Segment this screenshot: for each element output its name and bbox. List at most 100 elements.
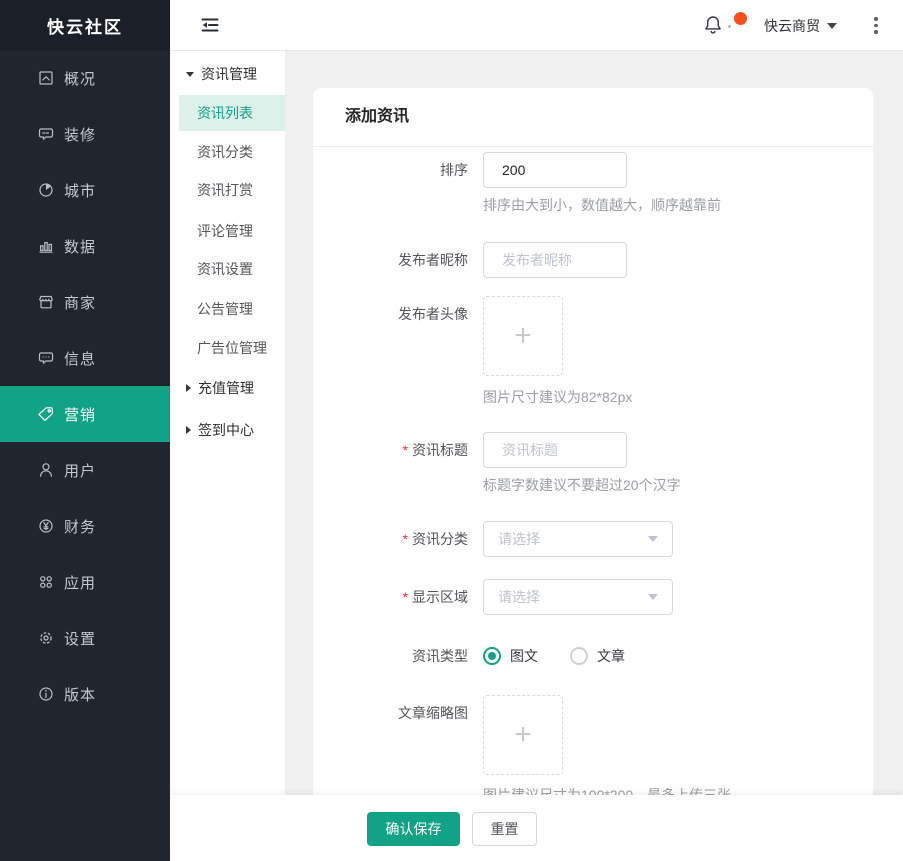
- card-divider: [313, 146, 873, 147]
- save-button[interactable]: 确认保存: [367, 812, 460, 846]
- chevron-down-icon: [827, 22, 837, 29]
- sidebar-item-marketing[interactable]: 营销: [0, 386, 170, 442]
- news-title-label: * 资讯标题: [313, 432, 468, 468]
- submenu-item-news-reward[interactable]: 资讯打赏: [197, 172, 253, 208]
- radio-article[interactable]: 文章: [570, 646, 625, 666]
- sidebar-item-data[interactable]: 数据: [0, 218, 170, 274]
- secondary-sidebar: 资讯管理 资讯列表 资讯分类 资讯打赏 评论管理 资讯设置 公告管理 广告位管理…: [170, 51, 285, 795]
- sidebar-item-label: 营销: [64, 406, 97, 424]
- select-caret-icon: [648, 594, 658, 600]
- sidebar-item-apps[interactable]: 应用: [0, 554, 170, 610]
- app-logo: 快云社区: [0, 0, 170, 51]
- sidebar-item-version[interactable]: 版本: [0, 666, 170, 722]
- submenu-item-ad-slot-management[interactable]: 广告位管理: [197, 330, 267, 366]
- submenu-group-label: 资讯管理: [201, 66, 257, 82]
- sidebar-item-decoration[interactable]: 装修: [0, 106, 170, 162]
- decoration-icon: [37, 125, 55, 143]
- sidebar-item-settings[interactable]: 设置: [0, 610, 170, 666]
- topbar: 快云商贸: [170, 0, 903, 51]
- sidebar-item-user[interactable]: 用户: [0, 442, 170, 498]
- sidebar-item-label: 应用: [64, 574, 97, 592]
- reset-button[interactable]: 重置: [472, 812, 537, 846]
- sidebar-item-label: 设置: [64, 630, 97, 648]
- submenu-group-label: 充值管理: [198, 380, 254, 396]
- required-asterisk: *: [402, 531, 408, 547]
- sidebar-item-city[interactable]: 城市: [0, 162, 170, 218]
- category-select-placeholder: 请选择: [498, 531, 540, 547]
- region-select[interactable]: 请选择: [483, 579, 673, 615]
- form-footer: 确认保存 重置: [170, 795, 903, 861]
- add-news-card: 添加资讯 排序 排序由大到小，数值越大，顺序越靠前 发布者昵称 发布者头像 + …: [313, 88, 873, 795]
- notifications-bell-icon[interactable]: [701, 13, 725, 37]
- sidebar-item-label: 信息: [64, 350, 97, 368]
- submenu-item-news-list[interactable]: 资讯列表: [179, 95, 285, 131]
- sidebar-item-overview[interactable]: 概况: [0, 50, 170, 106]
- sidebar-item-label: 版本: [64, 686, 97, 704]
- submenu-item-announcement-management[interactable]: 公告管理: [197, 291, 253, 327]
- nickname-input[interactable]: [483, 242, 627, 278]
- sort-input[interactable]: [483, 152, 627, 188]
- avatar-upload-box[interactable]: +: [483, 296, 563, 376]
- region-label-text: 显示区域: [412, 589, 468, 605]
- version-icon: [37, 685, 55, 703]
- sidebar-item-label: 概况: [64, 70, 97, 88]
- submenu-group-news-management[interactable]: 资讯管理: [186, 56, 257, 92]
- submenu-group-checkin-center[interactable]: 签到中心: [186, 412, 254, 448]
- region-label: * 显示区域: [313, 579, 468, 615]
- thumbnail-upload-box[interactable]: +: [483, 695, 563, 775]
- main-nav: 概况 装修 城市 数据 商家 信息 营销 用户 财务 应用 设置 版本: [0, 50, 170, 722]
- submenu-item-comment-management[interactable]: 评论管理: [197, 213, 253, 249]
- required-asterisk: *: [402, 442, 408, 458]
- overview-icon: [37, 69, 55, 87]
- finance-icon: [37, 517, 55, 535]
- settings-icon: [37, 629, 55, 647]
- triangle-right-icon: [186, 426, 191, 434]
- thumbnail-label: 文章缩略图: [398, 705, 468, 721]
- triangle-down-icon: [186, 71, 194, 77]
- radio-circle-icon: [483, 647, 501, 665]
- submenu-item-news-settings[interactable]: 资讯设置: [197, 251, 253, 287]
- category-select[interactable]: 请选择: [483, 521, 673, 557]
- plus-icon: +: [514, 319, 532, 352]
- sidebar-item-finance[interactable]: 财务: [0, 498, 170, 554]
- sort-hint: 排序由大到小，数值越大，顺序越靠前: [483, 197, 721, 213]
- merchant-icon: [37, 293, 55, 311]
- data-icon: [37, 237, 55, 255]
- category-label: * 资讯分类: [313, 521, 468, 557]
- city-icon: [37, 181, 55, 199]
- separator-dot: [728, 25, 731, 28]
- radio-label: 文章: [597, 648, 625, 664]
- thumbnail-hint: 图片建议尺寸为100*200，最多上传三张: [483, 787, 732, 795]
- news-title-input[interactable]: [483, 432, 627, 468]
- sidebar-item-label: 城市: [64, 182, 97, 200]
- message-icon: [37, 349, 55, 367]
- sidebar-item-label: 装修: [64, 126, 97, 144]
- category-label-text: 资讯分类: [412, 531, 468, 547]
- sidebar-item-label: 用户: [64, 462, 97, 480]
- apps-icon: [37, 573, 55, 591]
- triangle-right-icon: [186, 384, 191, 392]
- sidebar-item-message[interactable]: 信息: [0, 330, 170, 386]
- radio-label: 图文: [510, 648, 538, 664]
- submenu-group-recharge-management[interactable]: 充值管理: [186, 370, 254, 406]
- merchant-dropdown[interactable]: 快云商贸: [764, 0, 837, 51]
- avatar-hint: 图片尺寸建议为82*82px: [483, 389, 633, 405]
- region-select-placeholder: 请选择: [498, 589, 540, 605]
- submenu-item-news-category[interactable]: 资讯分类: [197, 134, 253, 170]
- collapse-menu-icon[interactable]: [199, 14, 221, 36]
- marketing-icon: [37, 405, 55, 423]
- sidebar-item-merchant[interactable]: 商家: [0, 274, 170, 330]
- radio-image-text[interactable]: 图文: [483, 646, 538, 666]
- page-title: 添加资讯: [345, 108, 410, 125]
- radio-circle-icon: [570, 647, 588, 665]
- merchant-name: 快云商贸: [764, 17, 820, 34]
- required-asterisk: *: [402, 589, 408, 605]
- news-title-label-text: 资讯标题: [412, 442, 468, 458]
- sidebar-item-label: 商家: [64, 294, 97, 312]
- news-type-label: 资讯类型: [412, 648, 468, 664]
- sidebar-item-label: 数据: [64, 238, 97, 256]
- notification-badge-dot: [734, 12, 747, 25]
- avatar-label: 发布者头像: [398, 306, 468, 322]
- submenu-group-label: 签到中心: [198, 422, 254, 438]
- more-options-icon[interactable]: [869, 0, 883, 51]
